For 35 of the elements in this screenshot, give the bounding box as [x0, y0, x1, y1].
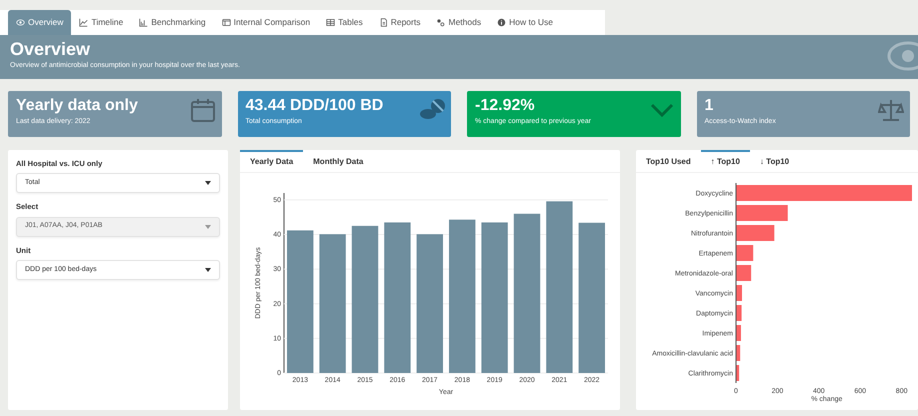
panel-tab[interactable]: ↓ Top10 [750, 150, 800, 172]
line-chart-icon [79, 18, 88, 27]
nav-tab[interactable]: Reports [370, 10, 428, 35]
calendar-icon [190, 97, 216, 123]
nav-tab[interactable]: Internal Comparison [214, 10, 318, 35]
caret-icon [205, 224, 211, 228]
bar-chart-icon [139, 18, 148, 27]
value-text: 43.44 DDD/100 BD [246, 96, 384, 116]
bar [736, 365, 740, 381]
caret-icon [205, 268, 211, 272]
panel-tab[interactable]: Top10 Used [636, 150, 701, 172]
document-icon [378, 18, 388, 27]
nav-tab[interactable]: Tables [318, 10, 371, 35]
bar [736, 325, 741, 341]
bar [736, 305, 742, 321]
bar [736, 265, 752, 281]
nav-tab[interactable]: Benchmarking [131, 10, 214, 35]
value-text: Yearly data only [16, 96, 138, 116]
panel-tab[interactable]: Monthly Data [303, 150, 374, 172]
table-icon [326, 18, 336, 27]
bar [736, 225, 774, 241]
scale-icon [878, 97, 904, 123]
bar [736, 245, 754, 261]
window-icon [222, 18, 231, 27]
eye-icon [16, 18, 25, 27]
value-text: 1 [704, 96, 714, 116]
nav-tab[interactable]: Methods [428, 10, 490, 35]
nav-tab[interactable]: How to Use [489, 10, 562, 35]
bar [736, 205, 788, 221]
bar [736, 345, 740, 361]
nav-tab[interactable]: Timeline [71, 10, 132, 35]
page-title: Overview [10, 39, 92, 61]
caret-icon [205, 181, 211, 186]
value-text: -12.92% [475, 96, 535, 116]
info-icon [497, 18, 506, 27]
